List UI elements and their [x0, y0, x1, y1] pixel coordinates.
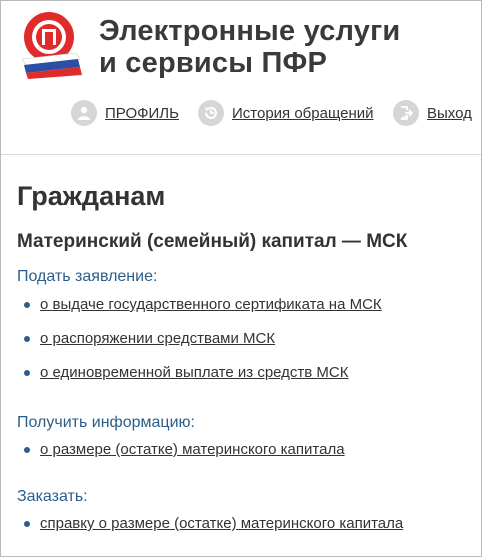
- profile-icon: [71, 100, 97, 126]
- group-title-info: Получить информацию:: [17, 414, 195, 431]
- group-title-order: Заказать:: [17, 488, 88, 505]
- list-item: справку о размере (остатке) материнского…: [17, 514, 465, 534]
- top-nav: ПРОФИЛЬ История обращений Выход: [1, 98, 481, 128]
- link-disposal[interactable]: о распоряжении средствами МСК: [40, 330, 275, 347]
- list-item: о размере (остатке) материнского капитал…: [17, 440, 465, 460]
- site-title-line2: и сервисы ПФР: [99, 47, 328, 79]
- link-balance-info[interactable]: о размере (остатке) материнского капитал…: [40, 441, 345, 458]
- nav-profile-link[interactable]: ПРОФИЛЬ: [71, 98, 179, 128]
- logout-icon: [393, 100, 419, 126]
- nav-history-link[interactable]: История обращений: [198, 98, 374, 128]
- section-title: Материнский (семейный) капитал — МСК: [17, 231, 408, 252]
- group-order: Заказать: справку о размере (остатке) ма…: [17, 486, 465, 534]
- history-icon: [198, 100, 224, 126]
- nav-logout-label: Выход: [427, 104, 472, 122]
- list-item: о выдаче государственного сертификата на…: [17, 295, 465, 315]
- link-balance-certificate[interactable]: справку о размере (остатке) материнского…: [40, 515, 403, 532]
- link-lump-sum[interactable]: о единовременной выплате из средств МСК: [40, 364, 349, 381]
- site-title-line1: Электронные услуги: [99, 15, 401, 47]
- site-header: Электронные услуги и сервисы ПФР ПРОФИЛЬ…: [1, 1, 481, 155]
- main-content: Гражданам Материнский (семейный) капитал…: [1, 155, 481, 534]
- page-title: Гражданам: [17, 181, 166, 211]
- site-title: Электронные услуги и сервисы ПФР: [99, 15, 400, 79]
- link-certificate[interactable]: о выдаче государственного сертификата на…: [40, 296, 382, 313]
- nav-history-label: История обращений: [232, 104, 374, 122]
- pfr-logo-icon[interactable]: [18, 9, 84, 79]
- group-title-apply: Подать заявление:: [17, 268, 158, 285]
- nav-logout-link[interactable]: Выход: [393, 98, 472, 128]
- list-item: о единовременной выплате из средств МСК: [17, 363, 465, 383]
- nav-profile-label: ПРОФИЛЬ: [105, 104, 179, 122]
- group-info: Получить информацию: о размере (остатке)…: [17, 412, 465, 460]
- list-item: о распоряжении средствами МСК: [17, 329, 465, 349]
- group-apply: Подать заявление: о выдаче государственн…: [17, 266, 465, 383]
